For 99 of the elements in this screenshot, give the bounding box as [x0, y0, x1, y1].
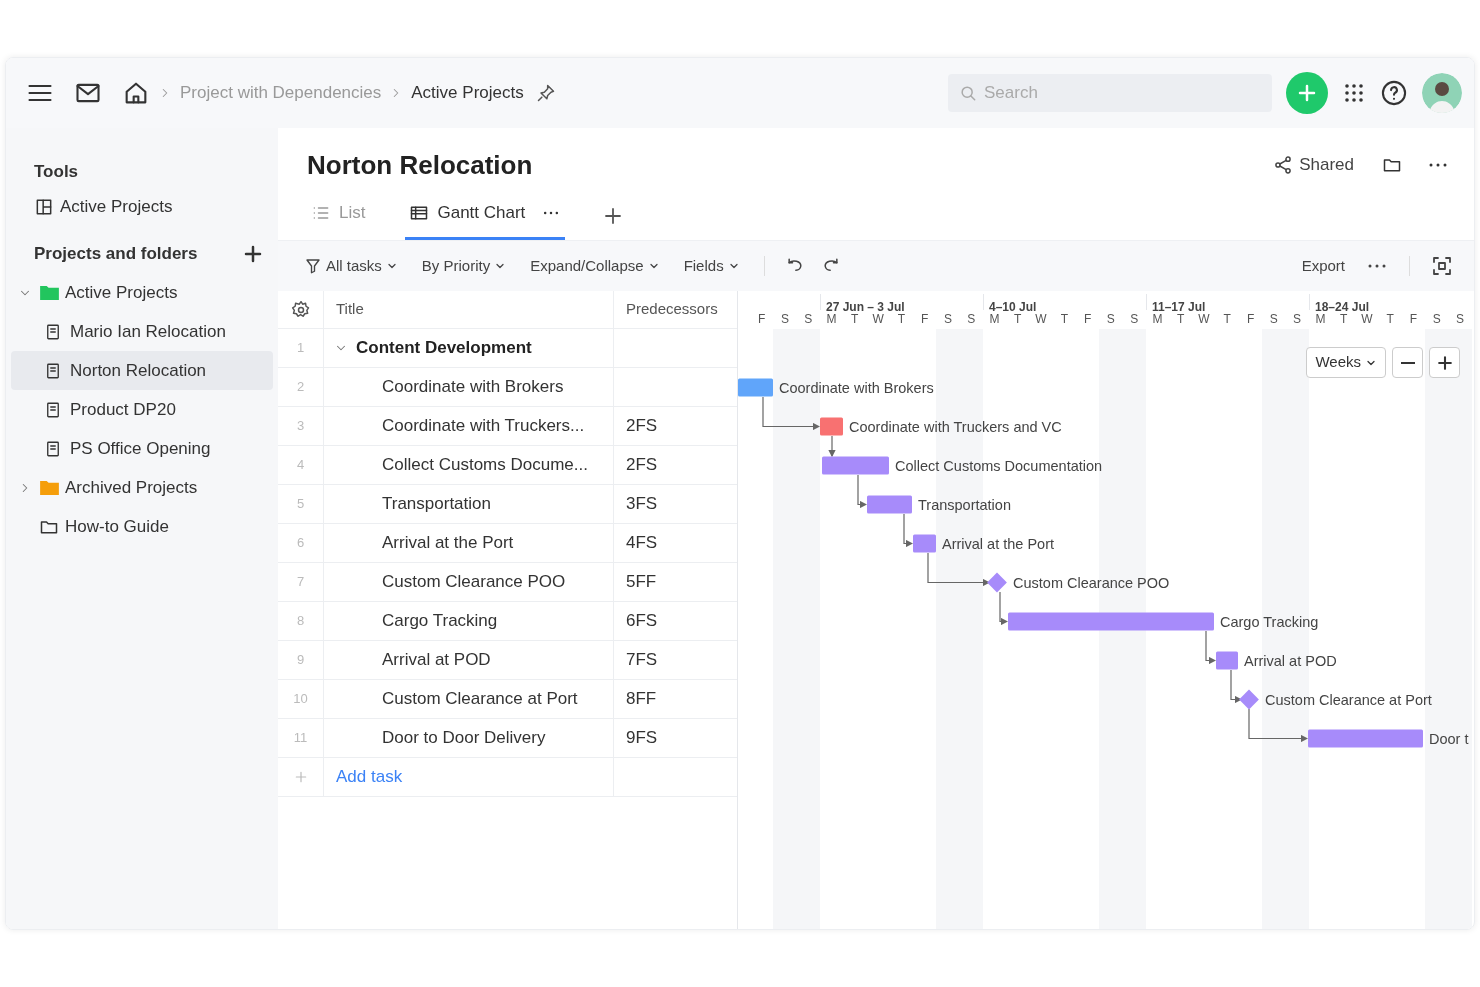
day-label: T: [1340, 311, 1348, 328]
day-label: S: [1456, 311, 1465, 328]
day-label: T: [1060, 311, 1068, 328]
day-label: W: [1361, 311, 1373, 328]
row-number: 1: [296, 339, 305, 358]
day-label: S: [1293, 311, 1302, 328]
task-title[interactable]: Door to Door Delivery: [382, 725, 546, 751]
row-number: 10: [293, 690, 308, 709]
week-label: 11–17 Jul: [1152, 300, 1206, 314]
folder-item[interactable]: How-to Guide: [11, 507, 273, 546]
day-label: S: [780, 311, 789, 328]
task-title[interactable]: Arrival at the Port: [382, 530, 514, 556]
day-label: T: [1386, 311, 1394, 328]
row-number: 11: [293, 729, 308, 748]
day-label: F: [920, 311, 929, 328]
bar-label: Cargo Tracking: [1220, 613, 1319, 630]
section-title: Tools: [33, 161, 80, 183]
project-item[interactable]: Mario Ian Relocation: [11, 312, 273, 351]
search-field[interactable]: Search: [948, 74, 1272, 112]
sidebar-item[interactable]: Active Projects: [11, 187, 273, 226]
bar-label: Arrival at POD: [1244, 652, 1337, 669]
scale-select[interactable]: Weeks: [1306, 347, 1386, 378]
row-number: 4: [296, 456, 305, 475]
column-header: Title: [324, 291, 614, 328]
project-title: Norton Relocation: [307, 148, 533, 182]
day-label: W: [872, 311, 884, 328]
folder-item[interactable]: Active Projects: [11, 273, 273, 312]
task-title[interactable]: Arrival at POD: [382, 647, 491, 673]
bar-label: Coordinate with Brokers: [779, 379, 934, 396]
week-label: 27 Jun – 3 Jul: [826, 300, 905, 314]
row-number: 2: [296, 378, 305, 397]
day-label: F: [1083, 311, 1092, 328]
filter-dropdown[interactable]: All tasks: [304, 254, 398, 278]
breadcrumb-link[interactable]: Active Projects: [411, 80, 524, 106]
row-number: 7: [296, 573, 305, 592]
predecessor-cell-text: 2FS: [626, 415, 658, 438]
task-title[interactable]: Custom Clearance POO: [382, 569, 566, 595]
week-label: 4–10 Jul: [989, 300, 1037, 314]
day-label: T: [1014, 311, 1022, 328]
week-label: 18–24 Jul: [1315, 300, 1370, 314]
predecessor-cell-text: 4FS: [626, 532, 658, 555]
column-header: Predecessors: [625, 299, 719, 320]
task-title[interactable]: Coordinate with Brokers: [382, 374, 564, 400]
filter-dropdown[interactable]: Expand/Collapse: [530, 254, 660, 278]
task-title[interactable]: Transportation: [382, 491, 491, 517]
folder-item[interactable]: Archived Projects: [11, 468, 273, 507]
day-label: F: [1246, 311, 1255, 328]
day-label: S: [943, 311, 952, 328]
predecessor-cell-text: 3FS: [626, 493, 658, 516]
bar-label: Custom Clearance at Port: [1265, 691, 1432, 708]
predecessor-cell-text: 9FS: [626, 727, 658, 750]
bar-label: Arrival at the Port: [942, 535, 1054, 552]
day-label: S: [1432, 311, 1441, 328]
task-title[interactable]: Coordinate with Truckers...: [382, 413, 585, 439]
task-title[interactable]: Content Development: [356, 335, 532, 361]
predecessor-cell-text: 6FS: [626, 610, 658, 633]
row-number: 3: [296, 417, 305, 436]
day-label: W: [1198, 311, 1210, 328]
predecessor-cell-text: 5FF: [626, 571, 657, 594]
day-label: W: [1035, 311, 1047, 328]
project-item[interactable]: Norton Relocation: [11, 351, 273, 390]
day-label: F: [1409, 311, 1418, 328]
day-label: S: [1106, 311, 1115, 328]
bar-label: Coordinate with Truckers and VC: [849, 418, 1062, 435]
day-label: M: [1315, 311, 1326, 328]
section-title: Projects and folders: [34, 242, 198, 265]
project-item[interactable]: Product DP20: [11, 390, 273, 429]
day-label: F: [757, 311, 766, 328]
project-item[interactable]: PS Office Opening: [11, 429, 273, 468]
day-label: T: [1177, 311, 1185, 328]
day-label: M: [1152, 311, 1163, 328]
bar-label: Door t: [1429, 730, 1469, 747]
day-label: T: [897, 311, 905, 328]
day-label: S: [1130, 311, 1139, 328]
row-number: 8: [296, 612, 305, 631]
day-label: S: [1269, 311, 1278, 328]
row-number: 5: [296, 495, 305, 514]
filter-dropdown[interactable]: Fields: [683, 254, 740, 278]
row-number: 6: [296, 534, 305, 553]
filter-dropdown[interactable]: By Priority: [421, 254, 507, 278]
day-label: M: [826, 311, 837, 328]
add-task-link[interactable]: Add task: [336, 764, 403, 790]
predecessor-cell-text: 2FS: [626, 454, 658, 477]
export-button[interactable]: Export: [1301, 254, 1345, 278]
task-title[interactable]: Collect Customs Docume...: [382, 452, 588, 478]
bar-label: Transportation: [918, 496, 1011, 513]
day-label: S: [967, 311, 976, 328]
task-title[interactable]: Cargo Tracking: [382, 608, 498, 634]
day-label: S: [804, 311, 813, 328]
row-number: 9: [296, 651, 305, 670]
bar-label: Custom Clearance POO: [1013, 574, 1170, 591]
day-label: M: [989, 311, 1000, 328]
day-label: T: [1223, 311, 1231, 328]
day-label: T: [851, 311, 859, 328]
task-title[interactable]: Custom Clearance at Port: [382, 686, 578, 712]
predecessor-cell-text: 8FF: [626, 688, 657, 711]
bar-label: Collect Customs Documentation: [895, 457, 1103, 474]
shared-button[interactable]: Shared: [1273, 152, 1354, 178]
predecessor-cell-text: 7FS: [626, 649, 658, 672]
